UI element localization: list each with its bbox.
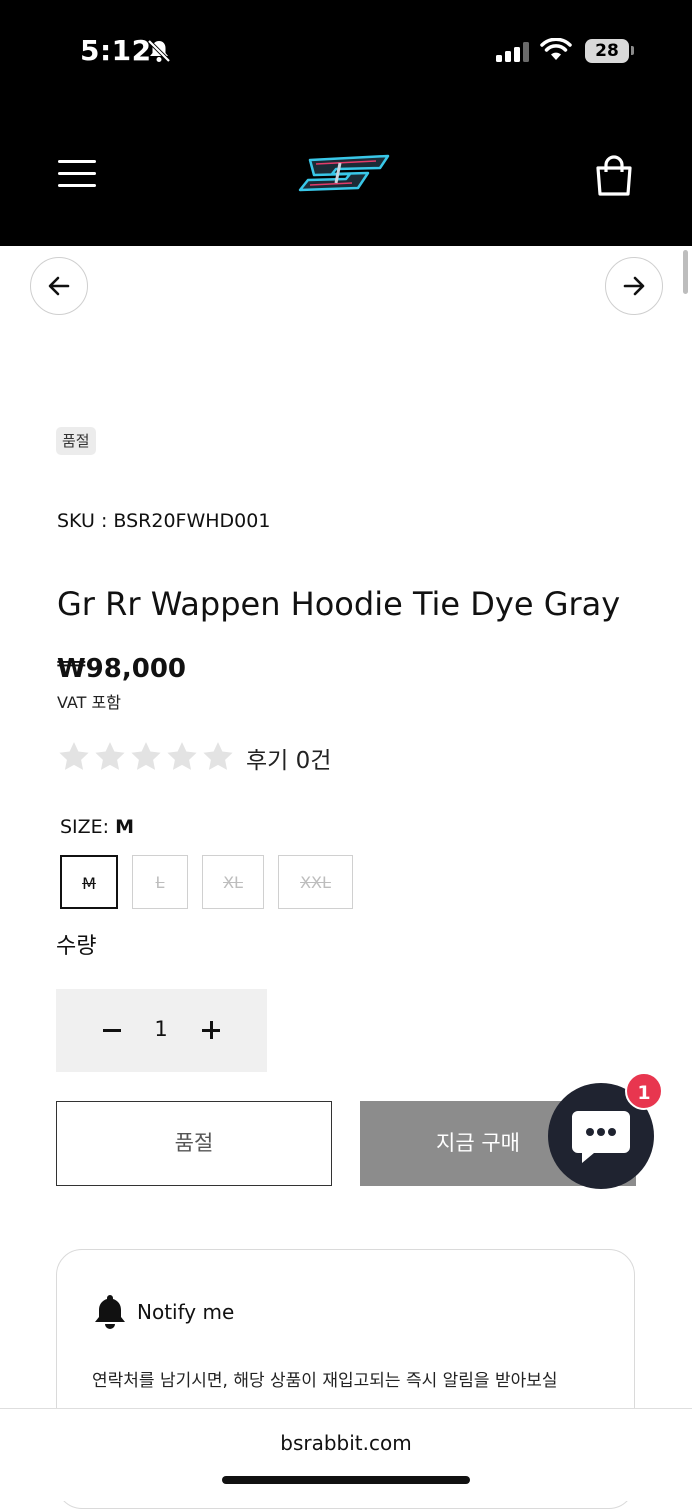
product-title: Gr Rr Wappen Hoodie Tie Dye Gray <box>57 585 621 623</box>
quantity-increase-button[interactable] <box>199 1013 223 1047</box>
quantity-decrease-button[interactable] <box>100 1013 124 1047</box>
product-price: ₩98,000 <box>57 654 187 684</box>
battery-level: 28 <box>595 41 619 61</box>
buy-now-label: 지금 구매 <box>436 1131 520 1155</box>
cellular-signal-icon <box>496 42 529 62</box>
size-label: SIZE: M <box>60 816 134 838</box>
brand-logo[interactable] <box>296 152 396 194</box>
arrow-right-icon <box>623 276 645 296</box>
notify-me-title: Notify me <box>137 1300 235 1324</box>
browser-url[interactable]: bsrabbit.com <box>0 1431 692 1455</box>
vat-note: VAT 포함 <box>57 693 121 712</box>
battery-nub <box>631 46 634 55</box>
size-option-xxl[interactable]: XXL <box>278 855 353 909</box>
scrollbar[interactable] <box>683 250 688 294</box>
size-option-m[interactable]: M <box>60 855 118 909</box>
review-count-link[interactable]: 후기 0건 <box>246 741 331 775</box>
next-image-button[interactable] <box>605 257 663 315</box>
star-icon <box>167 742 197 770</box>
quantity-stepper: 1 <box>56 989 267 1072</box>
notify-me-description: 연락처를 남기시면, 해당 상품이 재입고되는 즉시 알림을 받아보실 <box>92 1371 558 1391</box>
bell-icon <box>95 1295 125 1329</box>
soldout-button[interactable]: 품절 <box>56 1101 332 1186</box>
product-sku: SKU : BSR20FWHD001 <box>57 510 271 532</box>
size-selected-value: M <box>115 816 135 838</box>
chat-bubble-icon <box>572 1111 630 1163</box>
arrow-left-icon <box>48 276 70 296</box>
star-icon <box>131 742 161 770</box>
star-icon <box>59 742 89 770</box>
size-option-l[interactable]: L <box>132 855 188 909</box>
home-indicator[interactable] <box>222 1476 470 1484</box>
size-option-xl[interactable]: XL <box>202 855 264 909</box>
status-time: 5:12 <box>80 34 152 67</box>
battery-icon: 28 <box>585 39 629 63</box>
menu-hamburger-icon[interactable] <box>58 160 96 190</box>
quantity-value[interactable]: 1 <box>151 1017 171 1041</box>
star-icon <box>95 742 125 770</box>
silent-bell-icon <box>147 39 171 63</box>
shopping-bag-icon[interactable] <box>592 154 636 198</box>
rating-stars <box>57 740 235 774</box>
previous-image-button[interactable] <box>30 257 88 315</box>
chat-notification-badge: 1 <box>625 1072 663 1110</box>
wifi-icon <box>540 38 572 60</box>
star-icon <box>203 742 233 770</box>
size-label-prefix: SIZE: <box>60 816 116 838</box>
soldout-badge: 품절 <box>56 427 96 455</box>
quantity-label: 수량 <box>56 934 97 959</box>
